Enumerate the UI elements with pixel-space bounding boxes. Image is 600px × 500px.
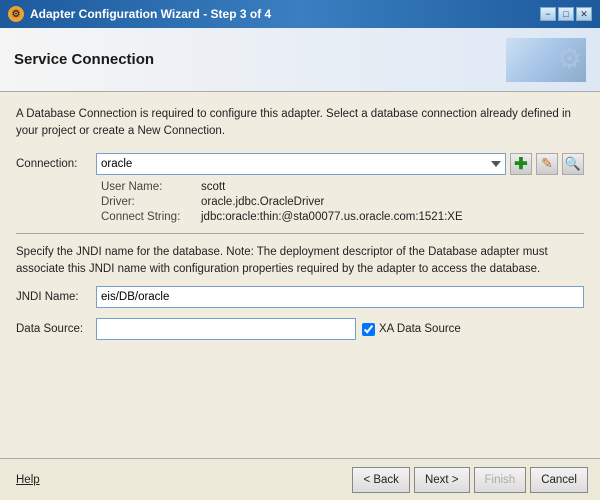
datasource-label: Data Source: [16,323,96,335]
maximize-button[interactable]: □ [558,7,574,21]
driver-label: Driver: [101,196,201,208]
next-button[interactable]: Next > [414,467,470,493]
close-button[interactable]: ✕ [576,7,592,21]
xa-datasource-text: XA Data Source [379,323,461,335]
title-bar: ⚙ Adapter Configuration Wizard - Step 3 … [0,0,600,28]
driver-value: oracle.jdbc.OracleDriver [201,196,324,208]
help-button[interactable]: Help [12,467,44,493]
connection-info-block: User Name: scott Driver: oracle.jdbc.Ora… [101,181,584,223]
connect-string-value: jdbc:oracle:thin:@sta00077.us.oracle.com… [201,211,463,223]
search-connection-button[interactable]: 🔍 [562,153,584,175]
jndi-name-label: JNDI Name: [16,291,96,303]
connection-select[interactable]: oracle [96,153,506,175]
description-text: A Database Connection is required to con… [16,106,584,141]
jndi-description: Specify the JNDI name for the database. … [16,244,584,279]
minimize-button[interactable]: − [540,7,556,21]
edit-connection-button[interactable]: ✎ [536,153,558,175]
gear-icon: ⚙ [557,42,582,75]
xa-datasource-checkbox[interactable] [362,323,375,336]
separator [16,233,584,234]
window-controls: − □ ✕ [540,7,592,21]
window-title: Adapter Configuration Wizard - Step 3 of… [30,7,534,21]
datasource-row: Data Source: XA Data Source [16,318,584,340]
username-label: User Name: [101,181,201,193]
page-title: Service Connection [14,51,154,68]
back-button[interactable]: < Back [352,467,409,493]
connect-string-row: Connect String: jdbc:oracle:thin:@sta000… [101,211,584,223]
connection-label: Connection: [16,158,96,170]
bottom-bar: Help < Back Next > Finish Cancel [0,458,600,500]
username-row: User Name: scott [101,181,584,193]
header: Service Connection ⚙ [0,28,600,92]
jndi-section: Specify the JNDI name for the database. … [16,244,584,341]
username-value: scott [201,181,225,193]
content-area: A Database Connection is required to con… [0,92,600,458]
connection-row: Connection: oracle ✚ ✎ 🔍 [16,153,584,175]
jndi-name-input[interactable] [96,286,584,308]
datasource-input[interactable] [96,318,356,340]
finish-button[interactable]: Finish [474,467,527,493]
jndi-name-row: JNDI Name: [16,286,584,308]
cancel-button[interactable]: Cancel [530,467,588,493]
add-connection-button[interactable]: ✚ [510,153,532,175]
connect-string-label: Connect String: [101,211,201,223]
header-logo: ⚙ [506,38,586,82]
navigation-buttons: < Back Next > Finish Cancel [352,467,588,493]
xa-datasource-label[interactable]: XA Data Source [362,323,461,336]
driver-row: Driver: oracle.jdbc.OracleDriver [101,196,584,208]
window-icon: ⚙ [8,6,24,22]
